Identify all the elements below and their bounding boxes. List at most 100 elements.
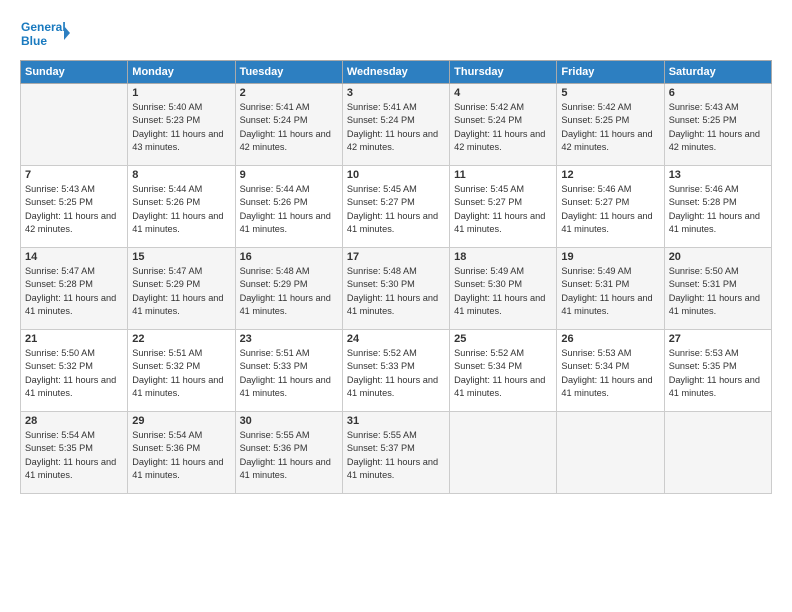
logo-svg: General Blue: [20, 16, 70, 54]
cell-content: Sunrise: 5:41 AMSunset: 5:24 PMDaylight:…: [240, 101, 338, 154]
calendar-cell: 27Sunrise: 5:53 AMSunset: 5:35 PMDayligh…: [664, 330, 771, 412]
sunset: Sunset: 5:26 PM: [132, 197, 200, 207]
calendar-cell: 23Sunrise: 5:51 AMSunset: 5:33 PMDayligh…: [235, 330, 342, 412]
calendar-cell: 16 Sunrise: 5:48 AMSunset: 5:29 PMDayligh…: [235, 248, 342, 330]
calendar-cell: 24Sunrise: 5:52 AMSunset: 5:33 PMDayligh…: [342, 330, 449, 412]
cell-content: Sunrise: 5:48 AMSunset: 5:29 PMDaylight:…: [240, 265, 338, 318]
sunset: Sunset: 5:37 PM: [347, 443, 415, 453]
calendar-header-row: SundayMondayTuesdayWednesdayThursdayFrid…: [21, 61, 772, 84]
sunset: Sunset: 5:35 PM: [25, 443, 93, 453]
day-header-thursday: Thursday: [450, 61, 557, 84]
sunset: Sunset: 5:34 PM: [561, 361, 629, 371]
logo: General Blue: [20, 16, 70, 54]
daylight: Daylight: 11 hours and 41 minutes.: [347, 457, 438, 480]
day-number: 1: [132, 87, 230, 99]
cell-content: Sunrise: 5:46 AMSunset: 5:28 PMDaylight:…: [669, 183, 767, 236]
day-number: 31: [347, 415, 445, 427]
day-number: 24: [347, 333, 445, 345]
day-number: 14: [25, 251, 123, 263]
day-number: 20: [669, 251, 767, 263]
sunrise: Sunrise: 5:47 AM: [25, 266, 95, 276]
calendar-cell: 25Sunrise: 5:52 AMSunset: 5:34 PMDayligh…: [450, 330, 557, 412]
sunset: Sunset: 5:23 PM: [132, 115, 200, 125]
calendar-cell: [557, 412, 664, 494]
cell-content: Sunrise: 5:44 AMSunset: 5:26 PMDaylight:…: [132, 183, 230, 236]
day-number: 18: [454, 251, 552, 263]
svg-text:General: General: [21, 20, 66, 34]
sunrise: Sunrise: 5:52 AM: [454, 348, 524, 358]
daylight: Daylight: 11 hours and 41 minutes.: [347, 293, 438, 316]
day-header-saturday: Saturday: [664, 61, 771, 84]
svg-text:Blue: Blue: [21, 34, 47, 48]
sunset: Sunset: 5:28 PM: [25, 279, 93, 289]
sunset: Sunset: 5:36 PM: [240, 443, 308, 453]
calendar-cell: [664, 412, 771, 494]
cell-content: Sunrise: 5:47 AMSunset: 5:29 PMDaylight:…: [132, 265, 230, 318]
sunrise: Sunrise: 5:50 AM: [25, 348, 95, 358]
cell-content: Sunrise: 5:55 AMSunset: 5:37 PMDaylight:…: [347, 429, 445, 482]
calendar-cell: 30Sunrise: 5:55 AMSunset: 5:36 PMDayligh…: [235, 412, 342, 494]
calendar-cell: 26Sunrise: 5:53 AMSunset: 5:34 PMDayligh…: [557, 330, 664, 412]
daylight: Daylight: 11 hours and 41 minutes.: [347, 211, 438, 234]
sunset: Sunset: 5:27 PM: [347, 197, 415, 207]
week-row-3: 21 Sunrise: 5:50 AM Sunset: 5:32 PM Dayligh…: [21, 330, 772, 412]
daylight: Daylight: 11 hours and 41 minutes.: [132, 293, 223, 316]
sunrise: Sunrise: 5:50 AM: [669, 266, 739, 276]
calendar-cell: 6 Sunrise: 5:43 AMSunset: 5:25 PMDaylight…: [664, 84, 771, 166]
calendar-cell: 15Sunrise: 5:47 AMSunset: 5:29 PMDayligh…: [128, 248, 235, 330]
sunset: Sunset: 5:31 PM: [561, 279, 629, 289]
daylight: Daylight: 11 hours and 41 minutes.: [669, 211, 760, 234]
sunset: Sunset: 5:27 PM: [561, 197, 629, 207]
sunrise: Sunrise: 5:45 AM: [454, 184, 524, 194]
daylight: Daylight: 11 hours and 41 minutes.: [669, 375, 760, 398]
cell-content: Sunrise: 5:50 AMSunset: 5:32 PMDaylight:…: [25, 347, 123, 400]
daylight: Daylight: 11 hours and 41 minutes.: [561, 293, 652, 316]
calendar-cell: 9Sunrise: 5:44 AMSunset: 5:26 PMDaylight…: [235, 166, 342, 248]
daylight: Daylight: 11 hours and 41 minutes.: [240, 293, 331, 316]
calendar-cell: 20Sunrise: 5:50 AMSunset: 5:31 PMDayligh…: [664, 248, 771, 330]
calendar-cell: 29Sunrise: 5:54 AMSunset: 5:36 PMDayligh…: [128, 412, 235, 494]
cell-content: Sunrise: 5:43 AMSunset: 5:25 PMDaylight:…: [25, 183, 123, 236]
day-number: 17: [347, 251, 445, 263]
day-number: 5: [561, 87, 659, 99]
daylight: Daylight: 11 hours and 41 minutes.: [561, 211, 652, 234]
sunset: Sunset: 5:36 PM: [132, 443, 200, 453]
day-number: 3: [347, 87, 445, 99]
sunset: Sunset: 5:32 PM: [25, 361, 93, 371]
daylight: Daylight: 11 hours and 41 minutes.: [454, 293, 545, 316]
sunrise: Sunrise: 5:44 AM: [132, 184, 202, 194]
day-number: 22: [132, 333, 230, 345]
day-number: 4: [454, 87, 552, 99]
week-row-2: 14 Sunrise: 5:47 AM Sunset: 5:28 PM Dayligh…: [21, 248, 772, 330]
calendar-cell: 17 Sunrise: 5:48 AMSunset: 5:30 PMDayligh…: [342, 248, 449, 330]
sunset: Sunset: 5:32 PM: [132, 361, 200, 371]
sunset: Sunset: 5:24 PM: [347, 115, 415, 125]
sunrise: Sunrise: 5:54 AM: [25, 430, 95, 440]
daylight: Daylight: 11 hours and 41 minutes.: [347, 375, 438, 398]
cell-content: Sunrise: 5:53 AMSunset: 5:34 PMDaylight:…: [561, 347, 659, 400]
cell-content: Sunrise: 5:45 AMSunset: 5:27 PMDaylight:…: [454, 183, 552, 236]
day-number: 7: [25, 169, 123, 181]
sunset: Sunset: 5:24 PM: [240, 115, 308, 125]
day-header-wednesday: Wednesday: [342, 61, 449, 84]
day-number: 6: [669, 87, 767, 99]
daylight: Daylight: 11 hours and 41 minutes.: [25, 293, 116, 316]
cell-content: Sunrise: 5:48 AMSunset: 5:30 PMDaylight:…: [347, 265, 445, 318]
cell-content: Sunrise: 5:41 AMSunset: 5:24 PMDaylight:…: [347, 101, 445, 154]
calendar-cell: 3 Sunrise: 5:41 AMSunset: 5:24 PMDaylight…: [342, 84, 449, 166]
daylight: Daylight: 11 hours and 41 minutes.: [25, 457, 116, 480]
sunrise: Sunrise: 5:46 AM: [561, 184, 631, 194]
calendar-table: SundayMondayTuesdayWednesdayThursdayFrid…: [20, 60, 772, 494]
day-number: 12: [561, 169, 659, 181]
day-number: 25: [454, 333, 552, 345]
cell-content: Sunrise: 5:43 AMSunset: 5:25 PMDaylight:…: [669, 101, 767, 154]
day-header-friday: Friday: [557, 61, 664, 84]
day-header-monday: Monday: [128, 61, 235, 84]
day-number: 28: [25, 415, 123, 427]
day-number: 21: [25, 333, 123, 345]
calendar-cell: 28 Sunrise: 5:54 AM Sunset: 5:35 PM Dayligh…: [21, 412, 128, 494]
sunrise: Sunrise: 5:40 AM: [132, 102, 202, 112]
day-number: 16: [240, 251, 338, 263]
day-number: 8: [132, 169, 230, 181]
sunrise: Sunrise: 5:55 AM: [240, 430, 310, 440]
